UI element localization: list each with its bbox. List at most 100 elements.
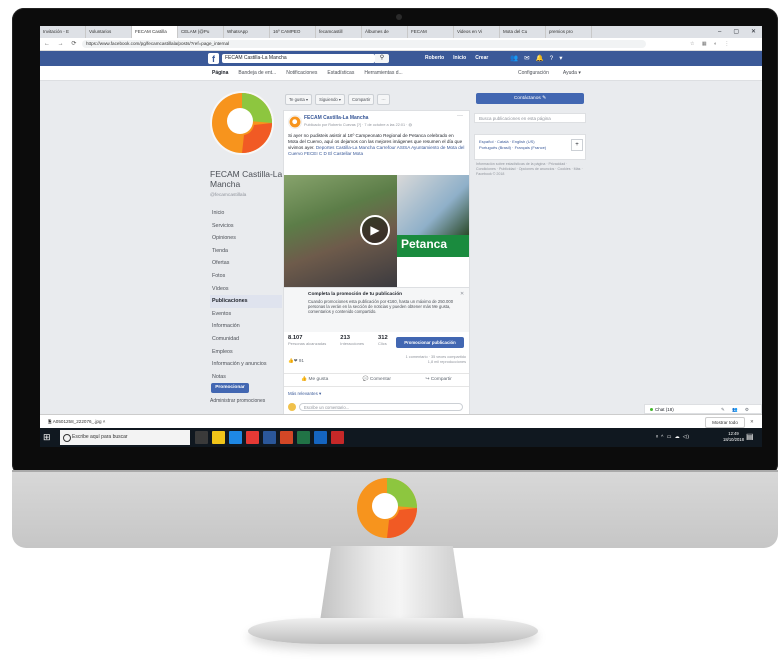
browser-tab[interactable]: CELAM (@Pu xyxy=(178,26,224,38)
outlook-icon[interactable] xyxy=(314,431,327,444)
tab-settings[interactable]: Configuración xyxy=(518,66,549,80)
browser-tab[interactable]: Videos en Vi xyxy=(454,26,500,38)
browser-tab[interactable]: premios pro xyxy=(546,26,592,38)
boost-post-button[interactable]: Promocionar publicación xyxy=(396,337,464,348)
tab-tools[interactable]: Herramientas d... xyxy=(364,66,402,80)
promote-button[interactable]: Promocionar xyxy=(211,383,249,393)
sidebar-item[interactable]: Información y anuncios xyxy=(210,358,282,371)
page-avatar[interactable] xyxy=(210,91,274,155)
sidebar-item[interactable]: Inicio xyxy=(210,207,282,220)
sidebar-item[interactable]: Servicios xyxy=(210,220,282,233)
show-all-downloads-button[interactable]: Mostrar todo xyxy=(705,417,745,428)
nav-create[interactable]: Crear xyxy=(475,51,488,66)
add-language-icon[interactable]: + xyxy=(571,139,583,151)
sidebar-item[interactable]: Fotos xyxy=(210,270,282,283)
notifications-center-icon[interactable]: ▤ xyxy=(746,432,756,442)
browser-tab[interactable]: 16º CAMPEO xyxy=(270,26,316,38)
extension-icons[interactable]: ☆ ▦ ◐ ⋮ xyxy=(690,38,732,50)
sidebar-item[interactable]: Comunidad xyxy=(210,333,282,346)
chevron-up-icon[interactable]: ˄ xyxy=(102,419,106,424)
messenger-icon[interactable]: ✉ xyxy=(524,51,529,66)
browser-tab[interactable]: Mota del Cu xyxy=(500,26,546,38)
chevron-down-icon[interactable]: ▾ xyxy=(559,51,562,66)
download-item[interactable]: 🗎 A0501258_222076_.jpg ˄ xyxy=(48,415,105,429)
help-icon[interactable]: ? xyxy=(550,51,554,66)
sidebar-item[interactable]: Información xyxy=(210,320,282,333)
cortana-icon xyxy=(63,434,71,442)
close-window-button[interactable]: ✕ xyxy=(751,26,756,38)
word-icon[interactable] xyxy=(263,431,276,444)
like-page-button[interactable]: Te gusta ▾ xyxy=(285,94,313,105)
more-button[interactable]: ··· xyxy=(377,94,390,105)
languages-line-2[interactable]: Português (Brasil) · Français (France) xyxy=(479,145,546,150)
facebook-icons: 👥 ✉ 🔔 ? ▾ xyxy=(510,51,563,66)
tab-insights[interactable]: Estadísticas xyxy=(327,66,354,80)
browser-tab[interactable]: Álbumes de xyxy=(362,26,408,38)
browser-tab[interactable]: Voluntarios xyxy=(86,26,132,38)
comment-sort-dropdown[interactable]: Más relevantes ▾ xyxy=(288,391,321,397)
facebook-search-input[interactable]: FECAM Castilla-La Mancha xyxy=(222,54,375,63)
sidebar-item[interactable]: Tienda xyxy=(210,245,282,258)
like-button[interactable]: 👍 Me gusta xyxy=(301,374,328,386)
sidebar-item[interactable]: Vídeos xyxy=(210,283,282,296)
browser-tab[interactable]: WhatsApp xyxy=(224,26,270,38)
maximize-button[interactable]: ▢ xyxy=(733,26,739,38)
nav-profile[interactable]: Roberto xyxy=(425,51,444,66)
edge-icon[interactable] xyxy=(229,431,242,444)
sidebar-item[interactable]: Notas xyxy=(210,371,282,384)
taskbar-clock[interactable]: 12:49 18/10/2018 xyxy=(723,431,744,443)
play-icon[interactable]: ▶ xyxy=(360,215,390,245)
contact-us-button[interactable]: Contáctanos ✎ xyxy=(476,93,584,104)
acrobat-icon[interactable] xyxy=(331,431,344,444)
system-tray-icons[interactable]: ᵍ ^ ▭ ☁ ◁) xyxy=(656,428,690,447)
browser-tab[interactable]: FECAM xyxy=(408,26,454,38)
sidebar-item[interactable]: Opiniones xyxy=(210,232,282,245)
taskbar-search[interactable]: Escribe aquí para buscar xyxy=(60,430,190,445)
minimize-button[interactable]: – xyxy=(718,26,721,38)
page-posts-search-input[interactable]: Busca publicaciones en esta página xyxy=(474,113,586,123)
share-label: Compartir xyxy=(430,377,452,382)
languages-line-1[interactable]: Español · Català · English (US) xyxy=(479,139,535,144)
browser-tab[interactable]: fecamcastill xyxy=(316,26,362,38)
sidebar-item[interactable]: Eventos xyxy=(210,308,282,321)
post-options-icon[interactable]: ··· xyxy=(457,113,463,119)
windows-taskbar: ⊞ Escribe aquí para buscar ᵍ ^ ▭ ☁ ◁) 12… xyxy=(40,428,762,447)
chrome-icon[interactable] xyxy=(246,431,259,444)
sidebar-item[interactable]: Ofertas xyxy=(210,257,282,270)
comment-button[interactable]: 💬 Comentar xyxy=(363,374,391,386)
notifications-icon[interactable]: 🔔 xyxy=(536,51,544,66)
reactions[interactable]: 👍❤ 91 xyxy=(288,358,304,364)
sidebar-item[interactable]: Empleos xyxy=(210,346,282,359)
friends-icon[interactable]: 👥 xyxy=(510,51,518,66)
manage-promotions-link[interactable]: Administrar promociones xyxy=(210,398,265,404)
browser-tab-strip: Invitación - E Voluntarios FECAM Castilla C… xyxy=(40,26,762,38)
nav-home[interactable]: Inicio xyxy=(453,51,466,66)
post-video[interactable]: Petanca ▶ xyxy=(284,175,469,287)
url-field[interactable]: https://www.facebook.com/pg/fecamcastill… xyxy=(82,40,646,48)
browser-tab[interactable]: Invitación - E xyxy=(40,26,86,38)
chat-bar[interactable]: Chat (18) ✎ 👥 ⚙ xyxy=(644,404,762,414)
task-view-icon[interactable] xyxy=(195,431,208,444)
search-icon[interactable]: ⚲ xyxy=(375,54,389,63)
close-icon[interactable]: ✕ xyxy=(460,291,464,297)
taskbar-search-placeholder: Escribe aquí para buscar xyxy=(72,434,128,440)
share-button[interactable]: ↪ Compartir xyxy=(425,374,451,386)
tab-inbox[interactable]: Bandeja de ent... xyxy=(238,66,276,80)
file-explorer-icon[interactable] xyxy=(212,431,225,444)
comment-input[interactable]: Escribe un comentario... xyxy=(299,403,463,411)
post-author[interactable]: FECAM Castilla-La Mancha xyxy=(304,115,368,121)
post-meta-text: Publicado por Roberto Cuevas [?] · 7 de … xyxy=(304,123,409,127)
browser-tab[interactable]: FECAM Castilla xyxy=(132,26,178,38)
following-button[interactable]: Siguiendo ▾ xyxy=(315,94,346,105)
tab-notifications[interactable]: Notificaciones xyxy=(286,66,317,80)
facebook-logo-icon[interactable]: f xyxy=(208,53,219,64)
share-page-button[interactable]: Compartir xyxy=(348,94,375,105)
powerpoint-icon[interactable] xyxy=(280,431,293,444)
windows-start-icon[interactable]: ⊞ xyxy=(43,432,53,442)
tab-help[interactable]: Ayuda ▾ xyxy=(563,66,581,80)
close-download-bar-icon[interactable]: ✕ xyxy=(750,415,754,429)
post-avatar[interactable] xyxy=(288,115,302,129)
excel-icon[interactable] xyxy=(297,431,310,444)
sidebar-item[interactable]: Publicaciones xyxy=(210,295,282,308)
tab-page[interactable]: Página xyxy=(212,66,228,80)
